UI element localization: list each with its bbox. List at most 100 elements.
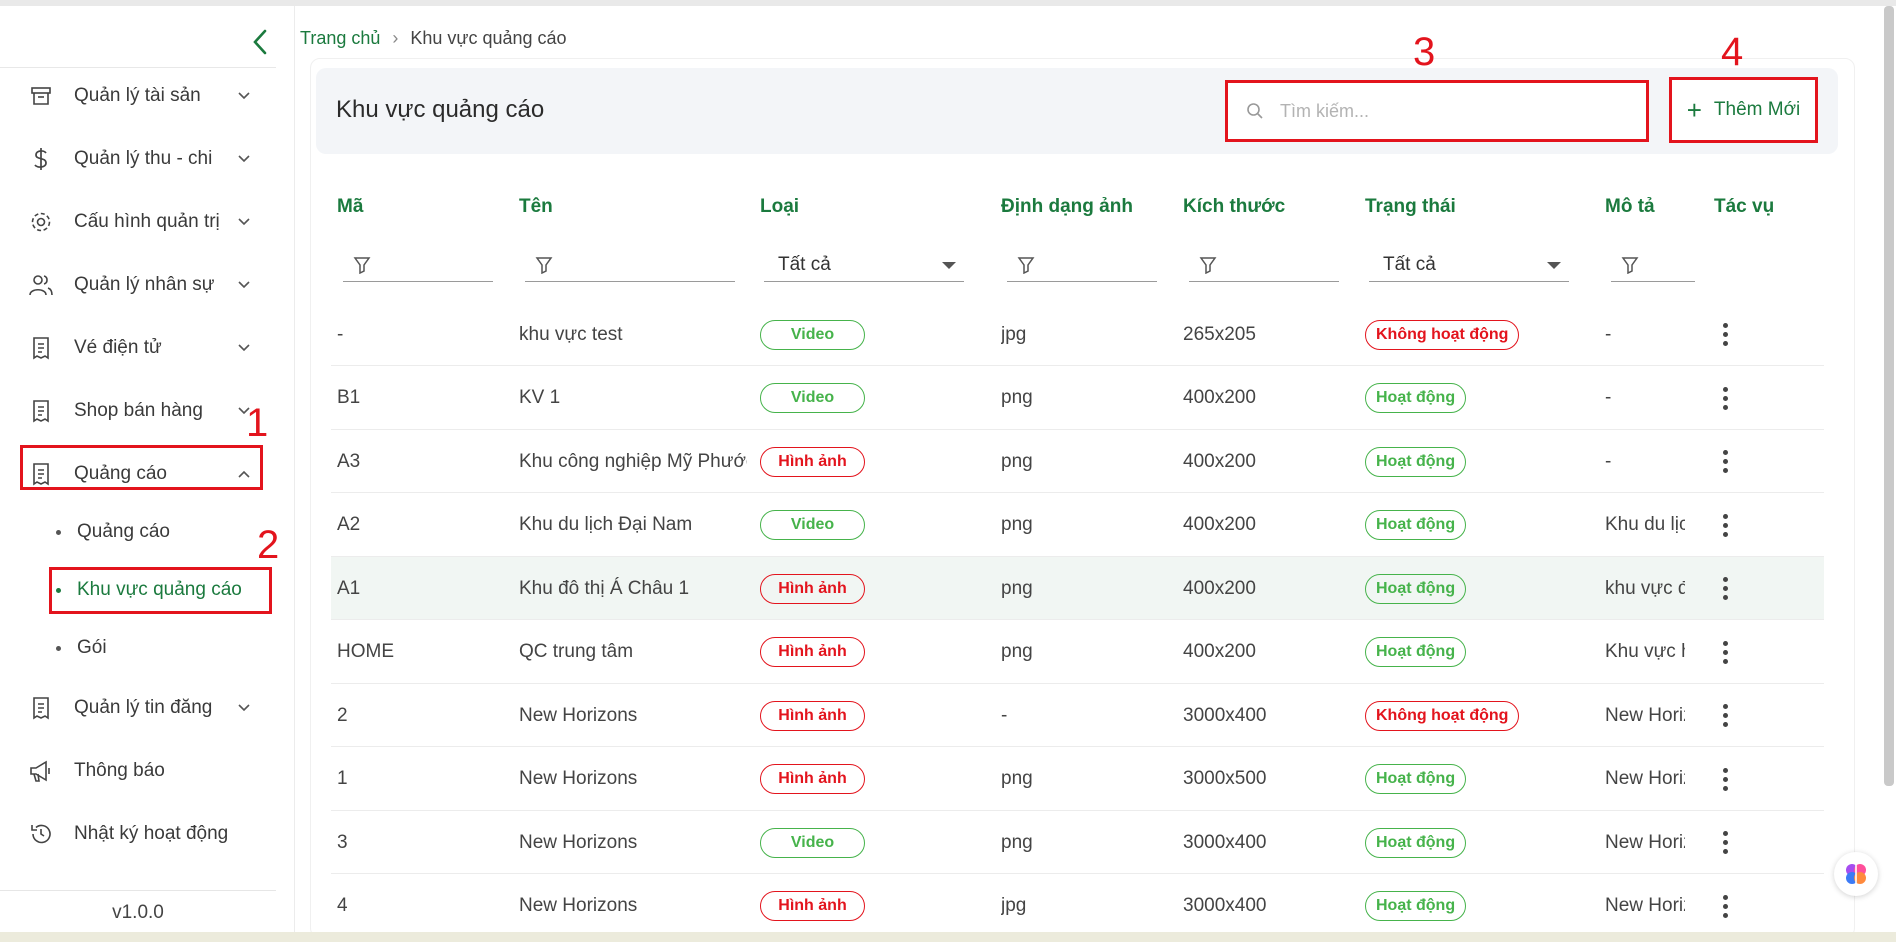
status-badge: Hoạt động (1365, 764, 1467, 794)
search-input[interactable] (1280, 100, 1610, 122)
cell-size: 400x200 (1183, 641, 1256, 662)
filter-name[interactable] (525, 248, 735, 282)
chevron-down-icon (236, 340, 252, 356)
column-header-size[interactable]: Kích thước (1183, 196, 1285, 218)
cell-status: Hoạt động (1365, 811, 1595, 874)
sidebar-separator (294, 6, 295, 932)
cell-code: HOME (337, 641, 394, 662)
sidebar-item-hr[interactable]: Quản lý nhân sự (0, 257, 276, 313)
cell-actions (1715, 621, 1755, 684)
sidebar-item-admin-config[interactable]: Cấu hình quản trị (0, 194, 276, 250)
more-vertical-icon[interactable] (1715, 505, 1735, 545)
cell-name: New Horizons (519, 831, 638, 853)
more-vertical-icon[interactable] (1715, 632, 1735, 672)
column-header-code[interactable]: Mã (337, 196, 363, 218)
table-row[interactable]: 4 New Horizons Hình ảnh jpg 3000x400 Hoạt độn… (331, 875, 1824, 938)
cell-actions (1715, 494, 1755, 557)
more-vertical-icon[interactable] (1715, 696, 1735, 736)
table-row[interactable]: A2 Khu du lịch Đại Nam Video png 400x200 Hoạt… (331, 494, 1824, 557)
bullet-dot (56, 645, 61, 651)
sidebar-subitem-ads[interactable]: Quảng cáo (56, 512, 170, 552)
cell-name: Khu du lịch Đại Nam (519, 514, 693, 535)
more-vertical-icon[interactable] (1715, 442, 1735, 482)
table-row[interactable]: HOME QC trung tâm Hình ảnh png 400x200 Hoạt đ… (331, 621, 1824, 684)
filter-format[interactable] (1007, 248, 1157, 282)
filter-icon (1017, 255, 1037, 275)
cell-size: 3000x400 (1183, 895, 1267, 916)
cell-code: 3 (337, 831, 348, 853)
table-row[interactable]: - khu vực test Video jpg 265x205 Không hoạt đ… (331, 303, 1824, 366)
more-vertical-icon[interactable] (1715, 569, 1735, 609)
table-row[interactable]: A1 Khu đô thị Á Châu 1 Hình ảnh png 400x200 H… (331, 557, 1824, 620)
cell-desc: New Horizo (1605, 704, 1685, 726)
filter-icon (353, 255, 373, 275)
cell-name: Khu đô thị Á Châu 1 (519, 577, 690, 599)
cell-actions (1715, 811, 1755, 874)
caret-down-icon (1547, 262, 1561, 269)
cell-name: QC trung tâm (519, 641, 634, 662)
cell-name: Khu công nghiệp Mỹ Phước (519, 450, 747, 472)
version-divider (0, 890, 276, 891)
table-row[interactable]: 3 New Horizons Video png 3000x400 Hoạt động Ne… (331, 811, 1824, 874)
status-badge: Hoạt động (1365, 573, 1467, 604)
cell-code: - (337, 323, 344, 345)
search-field[interactable] (1225, 80, 1649, 142)
sidebar-item-shop[interactable]: Shop bán hàng (0, 383, 276, 439)
column-header-type[interactable]: Loại (760, 196, 799, 218)
cell-type: Video (760, 811, 940, 874)
filter-status-select[interactable]: Tất cả (1369, 248, 1569, 282)
collapse-sidebar-button[interactable] (248, 24, 272, 60)
cell-actions (1715, 303, 1755, 366)
add-new-button[interactable]: + Thêm Mới (1669, 77, 1818, 143)
cell-type: Hình ảnh (760, 430, 940, 493)
filter-description[interactable] (1611, 248, 1695, 282)
chevron-down-icon (236, 277, 252, 293)
column-header-format[interactable]: Định dạng ảnh (1001, 196, 1133, 218)
add-new-label: Thêm Mới (1713, 99, 1801, 120)
sidebar-item-assets[interactable]: Quản lý tài sản (0, 68, 276, 124)
filter-type-select[interactable]: Tất cả (764, 248, 964, 282)
cell-type: Video (760, 494, 940, 557)
cell-name: khu vực test (519, 323, 623, 345)
table-row[interactable]: 1 New Horizons Hình ảnh png 3000x500 Hoạt độn… (331, 748, 1824, 811)
sidebar-item-label: Quản lý nhân sự (74, 274, 215, 295)
cell-actions (1715, 557, 1755, 620)
sidebar-item-eticket[interactable]: Vé điện tử (0, 320, 276, 376)
column-header-name[interactable]: Tên (519, 196, 553, 218)
cell-size: 265x205 (1183, 323, 1256, 345)
more-vertical-icon[interactable] (1715, 886, 1735, 926)
table-row[interactable]: 2 New Horizons Hình ảnh - 3000x400 Không hoạt… (331, 684, 1824, 747)
table-row[interactable]: A3 Khu công nghiệp Mỹ Phước Hình ảnh png 400… (331, 430, 1824, 493)
column-header-status[interactable]: Trạng thái (1365, 196, 1456, 218)
sidebar-item-label: Shop bán hàng (74, 400, 203, 421)
ai-assistant-button[interactable] (1834, 852, 1878, 896)
sidebar-item-activity-log[interactable]: Nhật ký hoạt động (0, 806, 276, 862)
more-vertical-icon[interactable] (1715, 315, 1735, 355)
filter-icon (535, 255, 555, 275)
filter-icon (1621, 255, 1641, 275)
sidebar-item-label: Nhật ký hoạt động (74, 823, 229, 844)
cell-status: Hoạt động (1365, 875, 1595, 938)
sidebar-item-notifications[interactable]: Thông báo (0, 743, 276, 799)
cell-code: 4 (337, 895, 348, 916)
column-header-description[interactable]: Mô tả (1605, 196, 1655, 218)
filter-size[interactable] (1189, 248, 1339, 282)
filter-code[interactable] (343, 248, 493, 282)
more-vertical-icon[interactable] (1715, 823, 1735, 863)
more-vertical-icon[interactable] (1715, 378, 1735, 418)
sidebar-item-posts[interactable]: Quản lý tin đăng (0, 680, 276, 736)
sidebar-item-finance[interactable]: Quản lý thu - chi (0, 131, 276, 187)
cell-type: Hình ảnh (760, 875, 940, 938)
sidebar-subitem-packages[interactable]: Gói (56, 628, 107, 668)
cell-size: 400x200 (1183, 577, 1256, 599)
breadcrumb-home-link[interactable]: Trang chủ (300, 28, 380, 49)
column-header-actions: Tác vụ (1714, 196, 1775, 217)
megaphone-icon (28, 758, 54, 784)
cell-status: Hoạt động (1365, 557, 1595, 620)
cell-status: Hoạt động (1365, 748, 1595, 811)
type-badge: Hình ảnh (760, 573, 865, 604)
users-icon (28, 272, 54, 298)
page-scrollbar[interactable] (1884, 6, 1894, 786)
more-vertical-icon[interactable] (1715, 759, 1735, 799)
table-row[interactable]: B1 KV 1 Video png 400x200 Hoạt động - (331, 367, 1824, 430)
